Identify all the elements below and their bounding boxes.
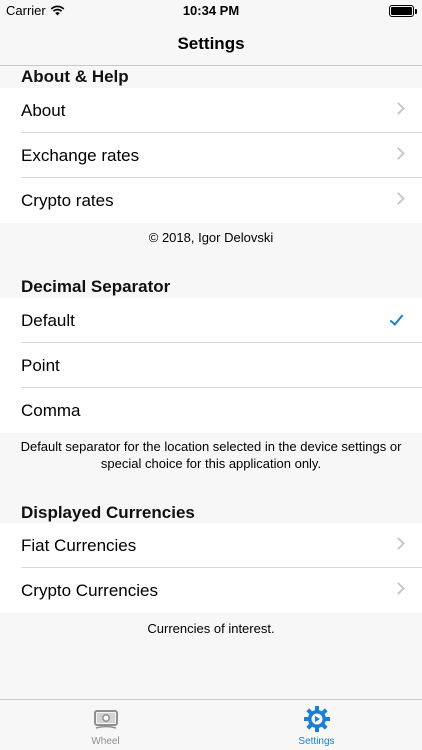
row-default[interactable]: Default (0, 298, 422, 343)
section-header-about: About & Help (0, 66, 422, 88)
page-title: Settings (177, 34, 245, 53)
section-footer-copyright: © 2018, Igor Delovski (148, 230, 274, 245)
section-footer-currencies: Currencies of interest. (147, 621, 275, 636)
row-crypto-currencies-label: Crypto Currencies (21, 581, 158, 600)
section-footer-decimal: Default separator for the location selec… (20, 439, 402, 471)
row-comma[interactable]: Comma (0, 388, 422, 433)
navigation-bar: Settings (0, 22, 422, 66)
chevron-right-icon (392, 537, 405, 550)
row-default-label: Default (21, 311, 75, 330)
checkmark-icon (389, 311, 404, 326)
row-crypto-rates[interactable]: Crypto rates (0, 178, 422, 223)
banknote-icon (94, 710, 118, 729)
tab-settings-label: Settings (298, 736, 335, 747)
row-comma-label: Comma (21, 401, 81, 420)
tab-bar: Wheel Settings (0, 699, 422, 750)
section-header-currencies: Displayed Currencies (0, 502, 422, 524)
row-about[interactable]: About (0, 88, 422, 133)
chevron-right-icon (392, 582, 405, 595)
row-crypto-currencies[interactable]: Crypto Currencies (0, 568, 422, 613)
tab-wheel-label: Wheel (91, 736, 120, 747)
chevron-right-icon (392, 147, 405, 160)
row-point[interactable]: Point (0, 343, 422, 388)
row-fiat-currencies[interactable]: Fiat Currencies (0, 523, 422, 568)
row-exchange-rates[interactable]: Exchange rates (0, 133, 422, 178)
gear-icon (304, 706, 330, 732)
row-exchange-rates-label: Exchange rates (21, 146, 140, 165)
battery-icon (389, 5, 417, 17)
row-crypto-rates-label: Crypto rates (21, 191, 114, 210)
row-fiat-currencies-label: Fiat Currencies (21, 536, 137, 555)
chevron-right-icon (392, 102, 405, 115)
row-about-label: About (21, 101, 66, 120)
tab-settings[interactable]: Settings (211, 700, 422, 750)
status-bar: Carrier 10:34 PM (0, 0, 422, 22)
tab-wheel[interactable]: Wheel (0, 700, 211, 750)
status-time: 10:34 PM (182, 3, 240, 18)
chevron-right-icon (392, 192, 405, 205)
section-header-decimal: Decimal Separator (0, 276, 422, 298)
row-point-label: Point (21, 356, 60, 375)
